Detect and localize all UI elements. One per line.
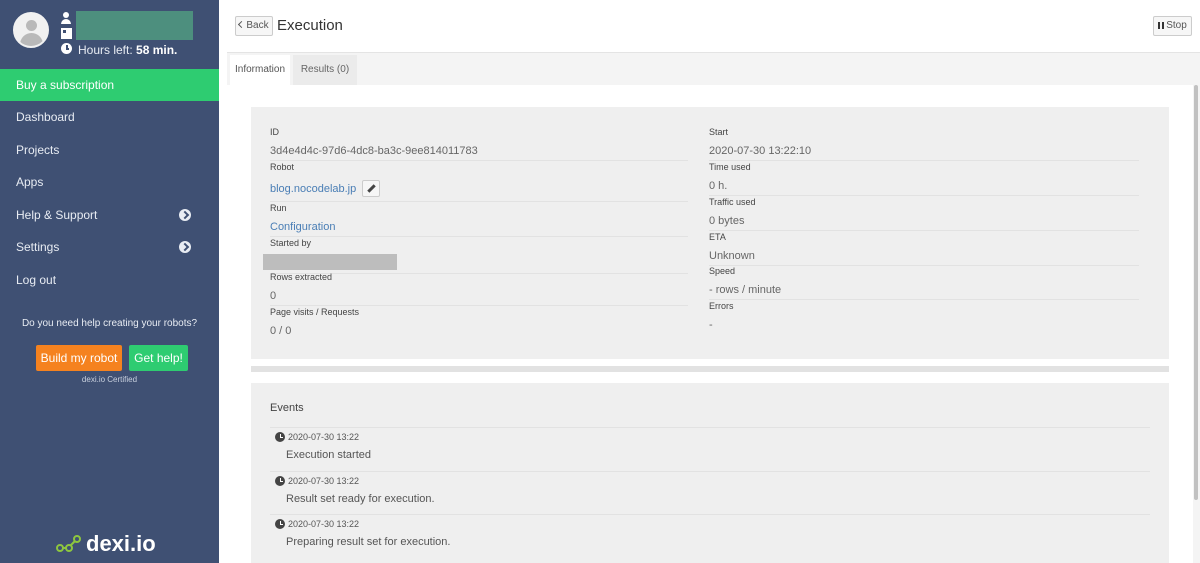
sidebar-item-projects[interactable]: Projects xyxy=(0,134,219,166)
tab-information[interactable]: Information xyxy=(230,55,290,85)
field-page-visits: Page visits / Requests 0 / 0 xyxy=(270,307,688,341)
content-area: ID 3d4e4d4c-97d6-4dc8-ba3c-9ee814011783 … xyxy=(227,85,1193,563)
hours-left: Hours left: 58 min. xyxy=(78,43,177,57)
events-panel: Events 2020-07-30 13:22 Execution starte… xyxy=(251,383,1169,563)
tab-results[interactable]: Results (0) xyxy=(293,55,357,85)
field-label: Start xyxy=(709,127,729,137)
event-time: 2020-07-30 13:22 xyxy=(288,432,360,442)
sidebar-item-buy-subscription[interactable]: Buy a subscription xyxy=(0,69,219,101)
field-label: ETA xyxy=(709,232,726,242)
field-started-by: Started by xyxy=(263,238,688,274)
pencil-icon[interactable] xyxy=(362,179,381,197)
field-label: ID xyxy=(270,127,279,137)
get-help-button[interactable]: Get help! xyxy=(129,345,188,371)
field-traffic-used: Traffic used 0 bytes xyxy=(709,197,1139,231)
chevron-right-icon xyxy=(179,241,191,253)
event-time: 2020-07-30 13:22 xyxy=(288,476,360,486)
tab-bar: Information Results (0) xyxy=(227,53,1200,85)
sidebar-item-label: Buy a subscription xyxy=(16,78,115,92)
hours-left-value: 58 min. xyxy=(136,43,178,57)
page-title: Execution xyxy=(277,17,343,34)
field-label: Speed xyxy=(709,266,736,276)
sidebar-item-label: Dashboard xyxy=(16,110,75,124)
event-item: 2020-07-30 13:22 Preparing result set fo… xyxy=(270,514,1150,558)
event-text: Execution started xyxy=(286,449,371,461)
redacted-started-by xyxy=(263,254,397,270)
back-button[interactable]: Back xyxy=(235,16,273,36)
sidebar-item-help-support[interactable]: Help & Support xyxy=(0,199,219,231)
chevron-left-icon xyxy=(238,20,246,29)
event-item: 2020-07-30 13:22 Execution started xyxy=(270,427,1150,471)
field-robot: Robot blog.nocodelab.jp xyxy=(270,162,688,202)
field-value: 0 bytes xyxy=(709,211,1139,231)
events-title: Events xyxy=(270,402,304,414)
sidebar-item-logout[interactable]: Log out xyxy=(0,264,219,296)
field-label: Page visits / Requests xyxy=(270,307,360,317)
field-label: Started by xyxy=(270,238,312,248)
certified-label: dexi.io Certified xyxy=(81,375,138,384)
help-question: Do you need help creating your robots? xyxy=(21,318,198,329)
field-value: 2020-07-30 13:22:10 xyxy=(709,141,1139,161)
field-value: - xyxy=(709,319,713,331)
robot-link[interactable]: blog.nocodelab.jp xyxy=(270,183,356,195)
field-time-used: Time used 0 h. xyxy=(709,162,1139,196)
stop-button[interactable]: Stop xyxy=(1153,16,1192,36)
field-value: 3d4e4d4c-97d6-4dc8-ba3c-9ee814011783 xyxy=(270,141,688,161)
user-icon xyxy=(61,12,71,24)
field-value: - rows / minute xyxy=(709,280,1139,300)
field-value: 0 xyxy=(270,286,688,306)
pause-icon xyxy=(1158,22,1165,29)
hours-left-label: Hours left: xyxy=(78,43,133,57)
sidebar-item-label: Settings xyxy=(16,240,60,254)
field-start: Start 2020-07-30 13:22:10 xyxy=(709,127,1139,161)
field-eta: ETA Unknown xyxy=(709,232,1139,266)
user-box: Hours left: 58 min. xyxy=(0,0,219,68)
avatar[interactable] xyxy=(13,12,49,48)
sidebar-item-label: Log out xyxy=(16,273,57,287)
field-speed: Speed - rows / minute xyxy=(709,266,1139,300)
sidebar-item-settings[interactable]: Settings xyxy=(0,231,219,263)
section-divider xyxy=(251,366,1169,372)
sidebar: Hours left: 58 min. Buy a subscription D… xyxy=(0,0,219,563)
redacted-username xyxy=(76,11,193,40)
event-text: Preparing result set for execution. xyxy=(286,536,451,548)
field-rows-extracted: Rows extracted 0 xyxy=(270,272,688,306)
page-header: Back Execution Stop xyxy=(227,0,1200,53)
event-time: 2020-07-30 13:22 xyxy=(288,519,360,529)
chevron-right-icon xyxy=(179,209,191,221)
sidebar-item-dashboard[interactable]: Dashboard xyxy=(0,101,219,133)
execution-info-panel: ID 3d4e4d4c-97d6-4dc8-ba3c-9ee814011783 … xyxy=(251,107,1169,359)
sidebar-item-label: Apps xyxy=(16,175,44,189)
field-label: Run xyxy=(270,203,287,213)
main-area: Back Execution Stop Information Results … xyxy=(227,0,1200,563)
build-my-robot-button[interactable]: Build my robot xyxy=(36,345,122,371)
field-label: Robot xyxy=(270,162,295,172)
vertical-scrollbar[interactable] xyxy=(1194,85,1198,500)
run-configuration-link[interactable]: Configuration xyxy=(270,217,688,237)
field-label: Time used xyxy=(709,162,751,172)
sidebar-item-label: Projects xyxy=(16,143,60,157)
field-label: Rows extracted xyxy=(270,272,333,282)
dexi-logo-text: dexi.io xyxy=(86,531,156,556)
sidebar-item-apps[interactable]: Apps xyxy=(0,166,219,198)
field-errors: Errors - xyxy=(709,301,1139,335)
clock-icon xyxy=(61,43,72,54)
field-id: ID 3d4e4d4c-97d6-4dc8-ba3c-9ee814011783 xyxy=(270,127,688,161)
field-label: Errors xyxy=(709,301,734,311)
event-text: Result set ready for execution. xyxy=(286,493,435,505)
field-value: 0 / 0 xyxy=(270,325,292,337)
field-value: 0 h. xyxy=(709,176,1139,196)
field-value: Unknown xyxy=(709,246,1139,266)
field-label: Traffic used xyxy=(709,197,756,207)
back-button-label: Back xyxy=(246,20,269,31)
dexi-logo-icon xyxy=(56,535,81,552)
organization-icon xyxy=(61,28,72,39)
sidebar-item-label: Help & Support xyxy=(16,208,98,222)
field-run: Run Configuration xyxy=(270,203,688,237)
stop-button-label: Stop xyxy=(1166,20,1187,31)
event-item: 2020-07-30 13:22 Result set ready for ex… xyxy=(270,471,1150,515)
